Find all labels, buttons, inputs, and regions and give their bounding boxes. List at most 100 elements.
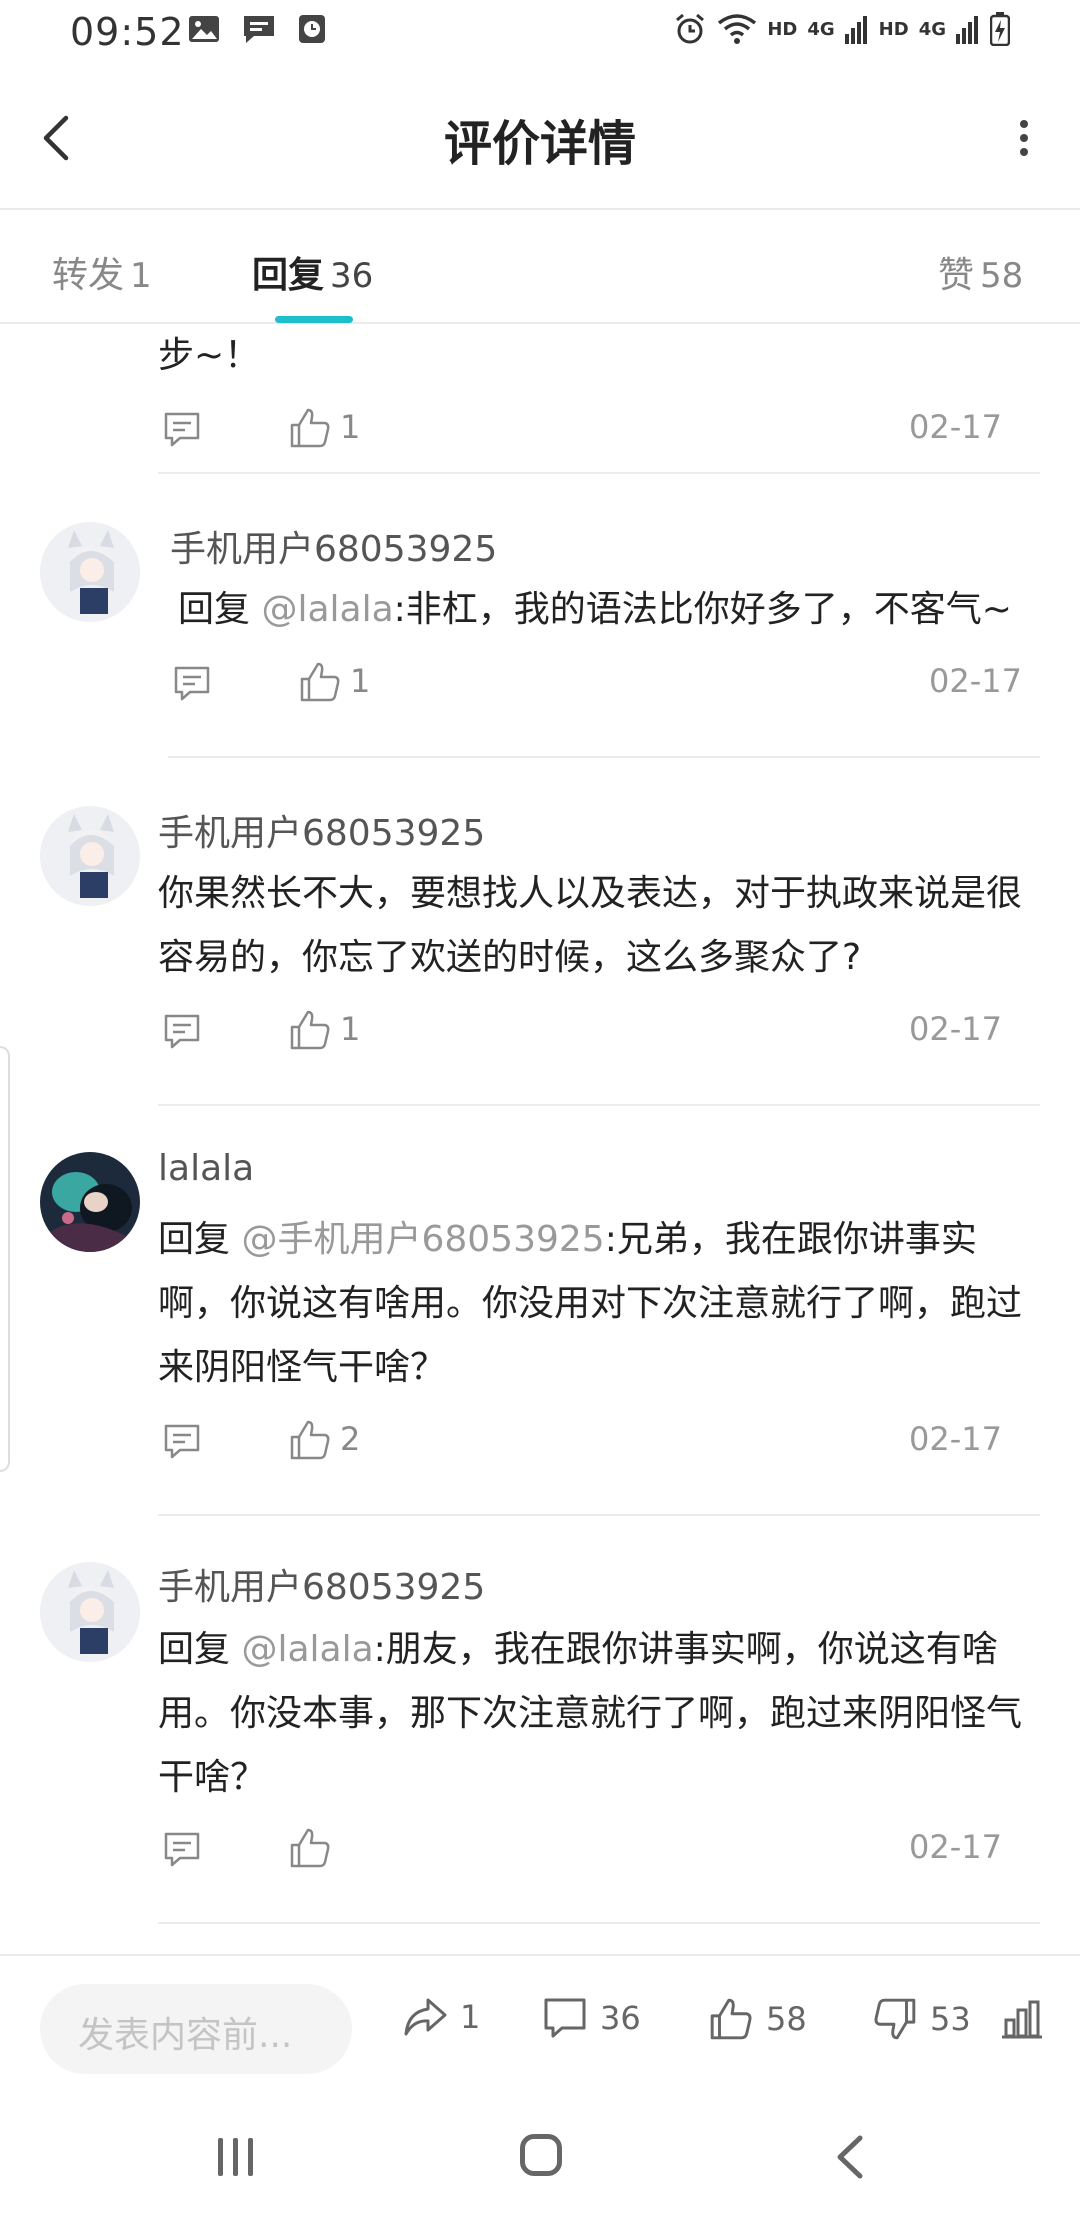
app-bar: 评价详情 (0, 64, 1080, 210)
like-button[interactable]: 58 (708, 1996, 807, 2042)
page-title: 评价详情 (443, 116, 636, 172)
lte-label: 4G (918, 18, 946, 40)
mention-link[interactable]: @手机用户68053925 (241, 1219, 604, 1260)
comment-actions: 1 02-17 (172, 660, 1052, 710)
comment-content: 回复 @手机用户68053925:兄弟，我在跟你讲事实啊，你说这有啥用。你没用对… (158, 1208, 1038, 1400)
compose-input[interactable]: 发表内容前... (40, 1984, 352, 2074)
tab-reply[interactable]: 回复 36 (252, 246, 373, 298)
reply-icon[interactable] (162, 1422, 202, 1462)
tab-label: 转发 (52, 255, 125, 296)
divider (168, 756, 1040, 758)
avatar[interactable] (40, 1562, 140, 1662)
comment-text: 你果然长不大，要想找人以及表达，对于执政来说是很容易的，你忘了欢送的时候，这么多… (158, 873, 1023, 978)
reply-button[interactable]: 36 (542, 1996, 641, 2040)
comment-date: 02-17 (909, 1010, 1002, 1048)
signal-icon (956, 16, 978, 44)
divider (158, 472, 1040, 474)
tab-count: 58 (980, 256, 1024, 296)
image-icon (189, 16, 219, 42)
reply-icon[interactable] (162, 1830, 202, 1870)
action-bar: 发表内容前... 1 36 58 53 (0, 1954, 1080, 2096)
like-count: 58 (766, 2000, 807, 2038)
stats-icon[interactable] (1000, 2000, 1044, 2040)
username[interactable]: 手机用户68053925 (158, 1558, 485, 1610)
reply-icon[interactable] (162, 1012, 202, 1052)
home-button[interactable] (520, 2134, 562, 2176)
comment-content: 步~！ (158, 326, 1038, 388)
comment-content: 你果然长不大，要想找人以及表达，对于执政来说是很容易的，你忘了欢送的时候，这么多… (158, 862, 1038, 990)
lte-label: 4G (807, 18, 835, 40)
tab-bar: 转发 1 回复 36 赞 58 (0, 210, 1080, 324)
forward-icon (404, 1998, 447, 2036)
reply-icon[interactable] (172, 664, 212, 704)
more-options-icon[interactable] (1018, 118, 1030, 158)
avatar[interactable] (40, 1152, 140, 1252)
clock-icon (299, 15, 325, 43)
comment-content: 回复 @lalala:非杠，我的语法比你好多了，不客气~ (178, 578, 1058, 642)
status-bar: 09:52 HD 4G HD 4G (0, 0, 1080, 64)
comment-text: :非杠，我的语法比你好多了，不客气~ (393, 589, 1012, 630)
forward-count: 1 (460, 1998, 481, 2036)
side-panel-handle[interactable] (0, 1046, 10, 1472)
like-count: 1 (340, 1010, 361, 1048)
comment-text: 步~！ (158, 335, 261, 376)
recent-apps-button[interactable] (218, 2138, 253, 2176)
thumbs-up-icon[interactable] (288, 1008, 332, 1052)
compose-placeholder: 发表内容前... (78, 2015, 293, 2056)
dislike-count: 53 (930, 2000, 971, 2038)
avatar[interactable] (40, 522, 140, 622)
username[interactable]: 手机用户68053925 (170, 520, 497, 572)
comment-actions: 1 02-17 (162, 406, 1042, 456)
system-icons: HD 4G HD 4G (673, 12, 1010, 46)
tab-count: 1 (130, 256, 152, 296)
thumbs-up-icon[interactable] (288, 1826, 332, 1870)
divider (158, 1514, 1040, 1516)
battery-icon (990, 12, 1010, 46)
hd-label: HD (878, 18, 909, 40)
comment-content: 回复 @lalala:朋友，我在跟你讲事实啊，你说这有啥用。你没本事，那下次注意… (158, 1618, 1038, 1810)
username[interactable]: 手机用户68053925 (158, 804, 485, 856)
tab-label: 赞 (938, 255, 975, 296)
tab-count: 36 (330, 256, 374, 296)
comment-date: 02-17 (909, 1420, 1002, 1458)
thumbs-up-icon[interactable] (288, 1418, 332, 1462)
notification-icons (188, 14, 326, 44)
reply-count: 36 (600, 1999, 641, 2037)
forward-button[interactable]: 1 (402, 1996, 480, 2038)
mention-link[interactable]: @lalala (261, 589, 393, 630)
message-icon (244, 16, 274, 43)
thumbs-up-icon[interactable] (288, 406, 332, 450)
comment-list[interactable]: 步~！ 1 02-17 手机用户68053925 回复 @lalala:非杠，我… (0, 326, 1080, 1954)
thumbs-down-icon (874, 1998, 916, 2040)
tab-label: 回复 (252, 255, 325, 296)
comment-actions: 2 02-17 (162, 1418, 1042, 1468)
alarm-icon (676, 13, 705, 44)
reply-prefix: 回复 (158, 1629, 242, 1670)
reply-prefix: 回复 (158, 1219, 242, 1260)
comment-date: 02-17 (909, 1828, 1002, 1866)
hd-label: HD (767, 18, 798, 40)
tab-indicator (275, 316, 353, 323)
username[interactable]: lalala (158, 1148, 254, 1189)
comment-actions: 1 02-17 (162, 1008, 1042, 1058)
comment-icon (544, 1998, 586, 2038)
divider (158, 1104, 1040, 1106)
tab-likes[interactable]: 赞 58 (938, 246, 1023, 298)
mention-link[interactable]: @lalala (241, 1629, 373, 1670)
dislike-button[interactable]: 53 (872, 1996, 971, 2042)
thumbs-up-icon (710, 1998, 752, 2040)
like-count: 2 (340, 1420, 361, 1458)
avatar[interactable] (40, 806, 140, 906)
reply-prefix: 回复 (178, 589, 262, 630)
like-count: 1 (350, 662, 371, 700)
status-time: 09:52 (70, 10, 185, 54)
divider (158, 1922, 1040, 1924)
thumbs-up-icon[interactable] (298, 660, 342, 704)
like-count: 1 (340, 408, 361, 446)
system-nav-bar (0, 2096, 1080, 2220)
reply-icon[interactable] (162, 410, 202, 450)
nav-back-icon[interactable] (830, 2134, 870, 2180)
signal-icon (844, 16, 867, 44)
tab-forward[interactable]: 转发 1 (52, 246, 152, 298)
comment-date: 02-17 (909, 408, 1002, 446)
